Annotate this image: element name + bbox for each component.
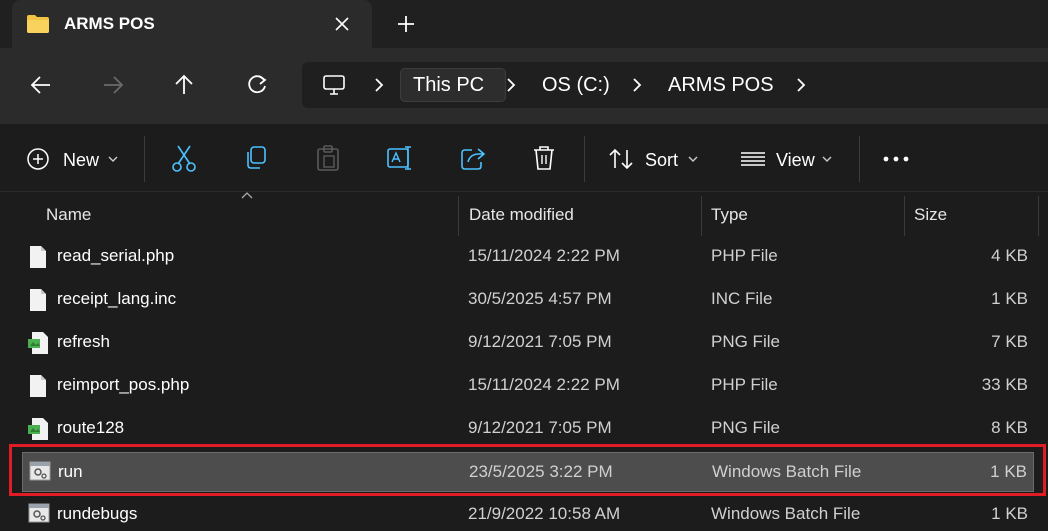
breadcrumb-label: This PC [413, 74, 485, 96]
file-row-reimport-pos-php[interactable]: reimport_pos.php 15/11/2024 2:22 PM PHP … [22, 366, 1034, 406]
delete-icon[interactable] [531, 144, 557, 172]
file-size: 1 KB [990, 462, 1027, 481]
file-row-run[interactable]: run 23/5/2025 3:22 PM Windows Batch File… [22, 452, 1034, 492]
command-bar: New Sort View [0, 124, 1048, 192]
file-row-read-serial-php[interactable]: read_serial.php 15/11/2024 2:22 PM PHP F… [22, 237, 1034, 277]
more-icon[interactable] [883, 156, 909, 162]
close-icon[interactable] [332, 14, 352, 34]
sort-ascending-icon [241, 192, 253, 199]
column-header-size[interactable]: Size [914, 205, 947, 225]
file-size: 33 KB [981, 375, 1028, 394]
view-label: View [776, 150, 815, 170]
divider [144, 136, 145, 182]
arrow-right-icon[interactable] [100, 72, 126, 98]
file-date: 23/5/2025 3:22 PM [469, 462, 613, 481]
file-type: Windows Batch File [712, 462, 862, 481]
arrow-up-icon[interactable] [171, 72, 197, 98]
breadcrumb-item-arms-pos[interactable]: ARMS POS [668, 74, 774, 97]
image-file-icon [28, 332, 48, 354]
sort-button[interactable]: Sort [606, 124, 706, 192]
column-header-type[interactable]: Type [711, 205, 748, 225]
file-size: 1 KB [991, 289, 1028, 308]
paste-icon[interactable] [315, 144, 341, 172]
file-date: 15/11/2024 2:22 PM [468, 246, 620, 265]
sort-label: Sort [645, 150, 679, 170]
computer-icon[interactable] [322, 74, 346, 96]
chevron-down-icon [822, 156, 832, 162]
new-button[interactable]: New [24, 124, 124, 192]
file-date: 30/5/2025 4:57 PM [468, 289, 612, 308]
sort-icon [609, 148, 633, 170]
tab-title: ARMS POS [64, 14, 155, 33]
tab-arms-pos[interactable]: ARMS POS [12, 0, 372, 48]
column-divider[interactable] [904, 196, 905, 236]
file-name: receipt_lang.inc [57, 289, 177, 308]
column-divider[interactable] [701, 196, 702, 236]
chevron-right-icon[interactable] [794, 77, 808, 93]
chevron-right-icon[interactable] [630, 77, 644, 93]
file-row-rundebugs[interactable]: rundebugs 21/9/2022 10:58 AM Windows Bat… [22, 495, 1034, 531]
divider [859, 136, 860, 182]
folder-icon [27, 15, 49, 33]
file-name: run [58, 462, 83, 481]
new-label: New [63, 150, 100, 170]
chevron-right-icon[interactable] [372, 77, 386, 93]
file-date: 9/12/2021 7:05 PM [468, 418, 612, 437]
file-icon [30, 246, 46, 268]
file-name: route128 [57, 418, 125, 437]
refresh-icon[interactable] [244, 72, 270, 98]
share-icon[interactable] [459, 144, 487, 172]
navigation-bar: This PC OS (C:) ARMS POS [0, 48, 1048, 124]
file-type: PNG File [711, 332, 780, 351]
file-type: PHP File [711, 375, 778, 394]
batch-file-icon [28, 503, 50, 523]
file-size: 1 KB [991, 504, 1028, 523]
list-view-icon [741, 152, 765, 166]
column-header-date[interactable]: Date modified [469, 205, 574, 225]
file-date: 21/9/2022 10:58 AM [468, 504, 621, 523]
file-row-route128[interactable]: route128 9/12/2021 7:05 PM PNG File 8 KB [22, 409, 1034, 449]
file-date: 15/11/2024 2:22 PM [468, 375, 620, 394]
column-header-name[interactable]: Name [46, 205, 91, 225]
file-size: 7 KB [991, 332, 1028, 351]
plus-circle-icon [27, 148, 49, 170]
file-name: rundebugs [57, 504, 138, 523]
file-type: Windows Batch File [711, 504, 861, 523]
file-icon [30, 289, 46, 311]
file-size: 4 KB [991, 246, 1028, 265]
file-type: PNG File [711, 418, 780, 437]
divider [584, 136, 585, 182]
file-type: INC File [711, 289, 773, 308]
plus-icon[interactable] [394, 12, 418, 36]
breadcrumb-item-this-pc[interactable]: This PC [400, 68, 506, 102]
address-bar[interactable]: This PC OS (C:) ARMS POS [302, 62, 1048, 108]
file-icon [30, 375, 46, 397]
column-header-row: Name Date modified Type Size [0, 192, 1048, 236]
rename-icon[interactable] [386, 144, 414, 172]
file-row-refresh[interactable]: refresh 9/12/2021 7:05 PM PNG File 7 KB [22, 323, 1034, 363]
view-button[interactable]: View [738, 124, 838, 192]
cut-icon[interactable] [171, 144, 197, 172]
file-name: refresh [57, 332, 110, 351]
chevron-right-icon[interactable] [504, 77, 518, 93]
batch-file-icon [29, 461, 51, 481]
column-divider[interactable] [458, 196, 459, 236]
file-row-receipt-lang-inc[interactable]: receipt_lang.inc 30/5/2025 4:57 PM INC F… [22, 280, 1034, 320]
breadcrumb-item-os-c[interactable]: OS (C:) [542, 74, 610, 97]
chevron-down-icon [108, 156, 118, 162]
file-type: PHP File [711, 246, 778, 265]
file-name: read_serial.php [57, 246, 175, 265]
copy-icon[interactable] [243, 144, 269, 172]
tab-strip: ARMS POS [0, 0, 1048, 48]
file-date: 9/12/2021 7:05 PM [468, 332, 612, 351]
column-divider[interactable] [1038, 196, 1039, 236]
image-file-icon [28, 418, 48, 440]
file-size: 8 KB [991, 418, 1028, 437]
arrow-left-icon[interactable] [28, 72, 54, 98]
chevron-down-icon [688, 156, 698, 162]
file-name: reimport_pos.php [57, 375, 190, 394]
